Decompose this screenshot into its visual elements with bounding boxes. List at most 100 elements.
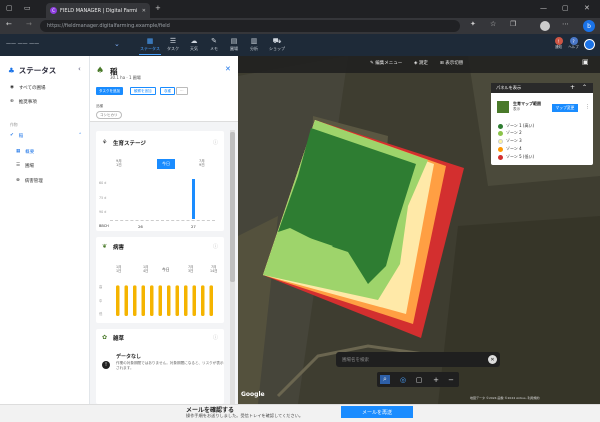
window-menu-icon[interactable]: ▢: [6, 4, 13, 12]
sidebar-item-disease[interactable]: ⊗ 病害管理: [16, 175, 92, 186]
zoom-in-icon[interactable]: +: [431, 375, 441, 384]
notifications-label: 通知: [555, 45, 562, 49]
nodata-message: 作業の対象期間ではありません。対象期間になると、リスクが表示されます。: [116, 361, 224, 370]
measure-button[interactable]: ◈ 測定: [414, 60, 428, 66]
disease-risk-bar: [116, 285, 120, 316]
nav-label: ショップ: [269, 46, 285, 51]
sidebar-item-fields[interactable]: ☰ 圃場: [16, 160, 92, 171]
growth-progress-bar: [192, 179, 195, 219]
nav-weather[interactable]: ☁ 天気: [183, 37, 205, 55]
info-icon[interactable]: ⓘ: [213, 243, 218, 250]
map-sidebar-icon[interactable]: ▣: [582, 58, 589, 66]
frame-icon[interactable]: ▢: [414, 375, 424, 384]
today-marker: 今日: [157, 159, 175, 169]
variety-label: 品種: [96, 104, 103, 108]
browser-tab[interactable]: C FIELD MANAGER | Digital Farmi ✕: [46, 3, 150, 18]
browser-menu-icon[interactable]: ⋯: [562, 20, 569, 28]
disease-risk-bar: [209, 285, 213, 316]
change-map-button[interactable]: マップ変更: [552, 104, 578, 112]
info-icon[interactable]: ⓘ: [213, 334, 218, 341]
new-tab-icon[interactable]: +: [155, 4, 161, 12]
nav-analysis[interactable]: ▥ 分析: [243, 37, 265, 55]
notifications-button[interactable]: ! 通知: [551, 37, 566, 54]
organization-selector[interactable]: —— —— ——: [6, 41, 39, 47]
weeds-icon: ✿: [102, 334, 108, 341]
sidebar-item-crop[interactable]: ✔ 稲 ⌃: [10, 130, 86, 141]
zone-swatch: [498, 130, 503, 136]
nav-fields[interactable]: ▤ 圃場: [223, 37, 245, 55]
date-day: 1日: [116, 269, 122, 273]
pencil-icon: ✎: [370, 61, 374, 66]
info-icon[interactable]: ⓘ: [213, 139, 218, 146]
chevron-down-icon[interactable]: ⌄: [114, 40, 120, 48]
disease-risk-bar: [133, 285, 137, 316]
add-layer-icon[interactable]: +: [570, 84, 575, 91]
date-day: 3日: [188, 269, 194, 273]
nav-memo[interactable]: ✎ メモ: [203, 37, 225, 55]
disease-risk-bar: [184, 285, 188, 316]
search-icon[interactable]: ⌕: [380, 375, 390, 384]
add-observation-button[interactable]: 観察を追加: [130, 87, 156, 95]
bbch-value: 26: [138, 224, 143, 229]
disease-card-title: 病害: [113, 245, 125, 251]
extensions-icon[interactable]: ✦: [470, 20, 476, 28]
axis-label: 90 d: [99, 210, 107, 214]
nav-shop[interactable]: ⛟ ショップ: [264, 37, 290, 55]
site-favicon-icon: C: [50, 7, 57, 14]
disease-date: 7月 3日: [188, 265, 193, 273]
back-icon[interactable]: ←: [6, 20, 12, 28]
nav-label: タスク: [167, 46, 179, 51]
locate-icon[interactable]: ◎: [398, 375, 408, 384]
zoom-out-icon[interactable]: −: [446, 375, 456, 384]
crop-icon: ♠: [96, 66, 105, 76]
date-day: 14日: [210, 269, 218, 273]
sidebar-item-label: 稲: [18, 133, 24, 139]
profile-avatar[interactable]: [540, 21, 550, 31]
collections-icon[interactable]: ❐: [510, 20, 516, 28]
growth-card-title: 生育ステージ: [113, 141, 146, 147]
map-search-input[interactable]: 圃場名を検索: [336, 352, 500, 367]
zone-label: ゾーン 3: [506, 138, 522, 143]
display-toggle-button[interactable]: ⊞ 表示切替: [440, 60, 463, 66]
url-field[interactable]: https://fieldmanager.digitalfarming.exam…: [40, 20, 460, 32]
harvest-button[interactable]: 収穫: [160, 87, 175, 95]
zone-label: ゾーン 5 (低い): [506, 154, 535, 159]
forward-icon[interactable]: →: [26, 20, 32, 28]
crop-icon: ✔: [10, 133, 14, 138]
minimize-icon[interactable]: —: [540, 4, 547, 12]
more-vertical-icon[interactable]: ⋮: [585, 104, 590, 110]
nav-status[interactable]: ▦ ステータス: [139, 37, 161, 55]
sidebar-item-all-fields[interactable]: ◉ すべての圃場: [10, 82, 86, 93]
sidebar-item-overview[interactable]: ▦ 概要: [16, 146, 92, 157]
bbch-value: 27: [191, 224, 196, 229]
nav-label: 天気: [190, 46, 198, 51]
chevron-up-icon[interactable]: ⌃: [582, 84, 587, 91]
user-avatar[interactable]: [584, 39, 595, 50]
google-logo: Google: [241, 391, 265, 398]
close-window-icon[interactable]: ✕: [584, 4, 590, 12]
close-icon[interactable]: ✕: [225, 65, 231, 73]
axis-label: 75 d: [99, 196, 107, 200]
sidebar-item-recommendations[interactable]: ⊛ 推奨事項: [10, 96, 86, 107]
disease-risk-bar: [150, 285, 154, 316]
favorites-icon[interactable]: ☆: [490, 20, 496, 28]
close-tab-icon[interactable]: ✕: [142, 8, 146, 14]
help-button[interactable]: ? ヘルプ: [566, 37, 581, 54]
disease-risk-chart: [116, 285, 213, 316]
disease-risk-bar: [201, 285, 205, 316]
copilot-icon[interactable]: b: [583, 20, 595, 32]
sidebar-item-label: 概要: [25, 149, 35, 155]
edit-menu-button[interactable]: ✎ 編集メニュー: [370, 60, 402, 66]
ruler-icon: ◈: [414, 61, 418, 66]
more-button[interactable]: ⋯: [176, 87, 188, 95]
tab-actions-icon[interactable]: ▭: [24, 4, 31, 12]
axis-label: 高: [99, 285, 103, 289]
collapse-sidebar-icon[interactable]: ‹: [78, 65, 81, 73]
maximize-icon[interactable]: ▢: [562, 4, 569, 12]
resend-email-button[interactable]: メールを再送: [341, 406, 413, 418]
zone-label: ゾーン 4: [506, 146, 522, 151]
nav-tasks[interactable]: ☰ タスク: [162, 37, 184, 55]
clear-search-icon[interactable]: ✕: [488, 355, 497, 364]
add-task-button[interactable]: タスクを追加: [96, 87, 123, 95]
panel-scrollbar-thumb[interactable]: [230, 132, 235, 282]
